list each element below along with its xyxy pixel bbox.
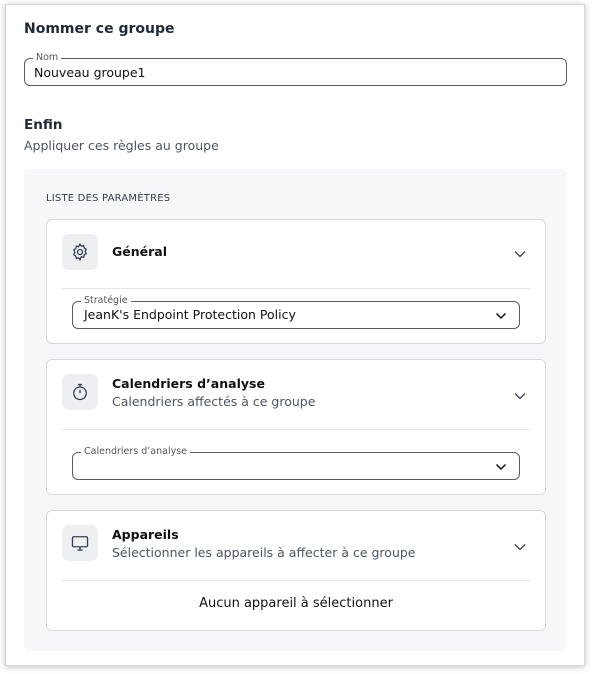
devices-subtitle: Sélectionner les appareils à affecter à … [112, 545, 416, 560]
gear-icon [62, 234, 98, 270]
parameters-list-label: LISTE DES PARAMÈTRES [46, 193, 171, 204]
devices-card: Appareils Sélectionner les appareils à a… [46, 510, 546, 631]
chevron-down-icon [495, 312, 507, 320]
name-section-title: Nommer ce groupe [24, 21, 175, 37]
general-divider [62, 288, 530, 289]
group-settings-panel: Nommer ce groupe Nom Enfin Appliquer ces… [5, 4, 585, 666]
parameters-list: LISTE DES PARAMÈTRES Général Stratégie J… [24, 169, 567, 651]
schedules-title: Calendriers d’analyse [112, 376, 265, 391]
general-expand-chevron-icon[interactable] [513, 247, 527, 261]
schedules-divider [62, 429, 530, 430]
strategy-label: Stratégie [81, 295, 131, 307]
monitor-icon [62, 525, 98, 561]
chevron-down-icon [495, 463, 507, 471]
general-card: Général Stratégie JeanK's Endpoint Prote… [46, 219, 546, 344]
strategy-select[interactable]: Stratégie JeanK's Endpoint Protection Po… [72, 295, 520, 329]
rules-section-title: Enfin [24, 117, 63, 133]
group-name-input[interactable] [34, 65, 534, 80]
rules-section-subtitle: Appliquer ces règles au groupe [24, 138, 219, 153]
strategy-value: JeanK's Endpoint Protection Policy [84, 307, 296, 322]
schedules-select-label: Calendriers d’analyse [81, 446, 191, 458]
devices-title: Appareils [112, 527, 179, 542]
general-title: Général [112, 244, 167, 259]
devices-empty-message: Aucun appareil à sélectionner [199, 596, 393, 611]
stopwatch-icon [62, 374, 98, 410]
group-name-label: Nom [33, 52, 62, 64]
group-name-field[interactable]: Nom [24, 52, 567, 86]
devices-divider [62, 580, 530, 581]
schedules-subtitle: Calendriers affectés à ce groupe [112, 394, 316, 409]
schedules-card: Calendriers d’analyse Calendriers affect… [46, 359, 546, 495]
devices-expand-chevron-icon[interactable] [513, 540, 527, 554]
schedules-expand-chevron-icon[interactable] [513, 389, 527, 403]
schedules-select[interactable]: Calendriers d’analyse [72, 446, 520, 480]
